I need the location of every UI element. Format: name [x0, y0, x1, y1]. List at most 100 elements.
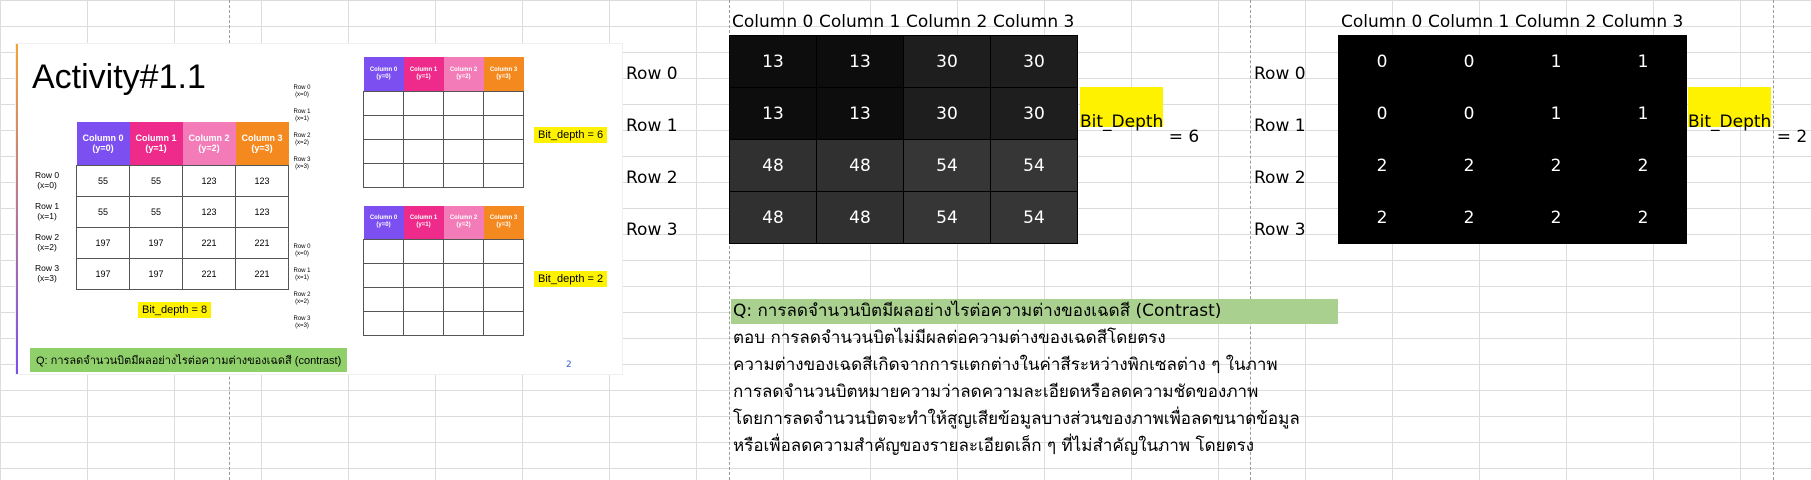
row-label: Row 2 (x=2): [34, 232, 60, 252]
table-cell: [483, 286, 524, 312]
grid-cell[interactable]: 13: [729, 35, 817, 88]
table-cell: 197: [129, 226, 183, 259]
table-cell: [403, 286, 444, 312]
table-cell: [403, 310, 444, 336]
table-cell: [363, 138, 404, 164]
row-label: Row 3 (x=3): [34, 263, 60, 283]
grid-cell[interactable]: 1: [1599, 35, 1687, 88]
table-cell: 123: [235, 195, 289, 228]
column-header: Column 0 (y=0): [363, 206, 404, 239]
column-header: Column 1 (y=1): [403, 57, 444, 91]
column-header: Column 2 (y=2): [182, 122, 236, 165]
table-cell: 55: [76, 195, 130, 228]
row-label: Row 0: [626, 64, 678, 84]
slide-accent-bar: [16, 44, 18, 374]
table-cell: 55: [76, 164, 130, 197]
table-cell: [403, 162, 444, 188]
grid-cell[interactable]: 30: [903, 35, 991, 88]
table-cell: [363, 114, 404, 140]
grid-cell[interactable]: 54: [990, 139, 1078, 192]
column-header: Column 2: [1515, 12, 1597, 32]
grid-cell[interactable]: 0: [1425, 35, 1513, 88]
page-break-line: [1773, 0, 1774, 480]
column-header: Column 1 (y=1): [403, 206, 444, 239]
row-label: Row 0: [1254, 64, 1306, 84]
column-header: Column 2 (y=2): [443, 57, 484, 91]
row-label: Row 3 (x=3): [293, 157, 311, 170]
answer-line[interactable]: ตอบ การลดจำนวนบิตไม่มีผลต่อความต่างของเฉ…: [733, 325, 1166, 352]
grid-cell[interactable]: 48: [816, 139, 904, 192]
column-header: Column 2: [906, 12, 988, 32]
row-label: Row 0 (x=0): [293, 244, 311, 257]
pixel-grid-2bit[interactable]: 0 0 1 1 0 0 1 1 2 2 2 2 2 2 2 2: [1338, 35, 1687, 244]
table-cell: 123: [182, 164, 236, 197]
column-header: Column 3 (y=3): [235, 122, 289, 165]
grid-cell[interactable]: 2: [1599, 139, 1687, 192]
grid-cell[interactable]: 30: [903, 87, 991, 140]
answer-line[interactable]: การลดจำนวนบิตหมายความว่าลดความละเอียดหรื…: [733, 379, 1258, 406]
table-cell: [483, 238, 524, 264]
table-cell: 221: [235, 257, 289, 290]
embedded-slide[interactable]: Activity#1.1 Row 0 (x=0) Row 1 (x=1) Row 2…: [16, 44, 622, 374]
table-cell: [403, 114, 444, 140]
grid-cell[interactable]: 2: [1599, 191, 1687, 244]
table-cell: [363, 238, 404, 264]
grid-cell[interactable]: 0: [1425, 87, 1513, 140]
pixel-grid-6bit[interactable]: 13 13 30 30 13 13 30 30 48 48 54 54 48 4…: [729, 35, 1078, 244]
column-header: Column 3: [993, 12, 1075, 32]
grid-cell[interactable]: 2: [1338, 191, 1426, 244]
slide-empty-table: Column 0 (y=0) Column 1 (y=1) Column 2 (y=2…: [363, 57, 524, 188]
table-cell: [483, 262, 524, 288]
column-header: Column 3 (y=3): [483, 57, 524, 91]
table-cell: [363, 286, 404, 312]
table-cell: [363, 90, 404, 116]
grid-cell[interactable]: 48: [816, 191, 904, 244]
grid-cell[interactable]: 30: [990, 87, 1078, 140]
grid-cell[interactable]: 2: [1425, 139, 1513, 192]
slide-empty-table-row-labels: Row 0 (x=0) Row 1 (x=1) Row 2 (x=2) Row 3 (x…: [288, 239, 316, 335]
column-header: Column 0 (y=0): [363, 57, 404, 91]
grid-cell[interactable]: 13: [816, 87, 904, 140]
grid-cell[interactable]: 30: [990, 35, 1078, 88]
table-cell: 55: [129, 195, 183, 228]
row-label: Row 1: [626, 116, 678, 136]
table-cell: [483, 138, 524, 164]
bit-depth-label: Bit_Depth = 2: [1688, 87, 1807, 147]
grid-cell[interactable]: 2: [1512, 191, 1600, 244]
table-cell: [363, 310, 404, 336]
answer-line[interactable]: หรือเพื่อลดความสำคัญของรายละเอียดเล็ก ๆ …: [733, 433, 1254, 460]
row-label: Row 1 (x=1): [293, 268, 311, 281]
row-label: Row 0 (x=0): [34, 170, 60, 190]
grid-cell[interactable]: 48: [729, 139, 817, 192]
question-cell[interactable]: Q: การลดจำนวนบิตมีผลอย่างไรต่อความต่างขอ…: [731, 299, 1338, 324]
grid-cell[interactable]: 54: [903, 139, 991, 192]
slide-question: Q: การลดจำนวนบิตมีผลอย่างไรต่อความต่างขอ…: [30, 348, 348, 372]
grid-cell[interactable]: 13: [816, 35, 904, 88]
table-cell: [363, 262, 404, 288]
answer-line[interactable]: โดยการลดจำนวนบิตจะทำให้สูญเสียข้อมูลบางส…: [733, 406, 1300, 433]
bit-depth-highlight: Bit_Depth: [1688, 87, 1772, 132]
table-cell: 123: [182, 195, 236, 228]
grid-cell[interactable]: 1: [1599, 87, 1687, 140]
grid-cell[interactable]: 13: [729, 87, 817, 140]
grid-cell[interactable]: 0: [1338, 87, 1426, 140]
grid-cell[interactable]: 2: [1512, 139, 1600, 192]
table-cell: [403, 238, 444, 264]
grid-cell[interactable]: 54: [903, 191, 991, 244]
grid-cell[interactable]: 2: [1338, 139, 1426, 192]
grid-cell[interactable]: 0: [1338, 35, 1426, 88]
table-cell: [363, 162, 404, 188]
table-cell: 55: [129, 164, 183, 197]
grid-cell[interactable]: 54: [990, 191, 1078, 244]
grid-cell[interactable]: 48: [729, 191, 817, 244]
bit-depth-highlight: Bit_Depth: [1080, 87, 1164, 132]
bit-depth-badge: Bit_depth = 2: [534, 271, 608, 287]
row-label: Row 2: [1254, 168, 1306, 188]
slide-left-row-labels: Row 0 (x=0) Row 1 (x=1) Row 2 (x=2) Row 3 (x…: [28, 165, 66, 289]
table-cell: 123: [235, 164, 289, 197]
grid-cell[interactable]: 2: [1425, 191, 1513, 244]
grid-cell[interactable]: 1: [1512, 87, 1600, 140]
table-cell: 197: [76, 226, 130, 259]
answer-line[interactable]: ความต่างของเฉดสีเกิดจากการแตกต่างในค่าสี…: [733, 352, 1278, 379]
grid-cell[interactable]: 1: [1512, 35, 1600, 88]
